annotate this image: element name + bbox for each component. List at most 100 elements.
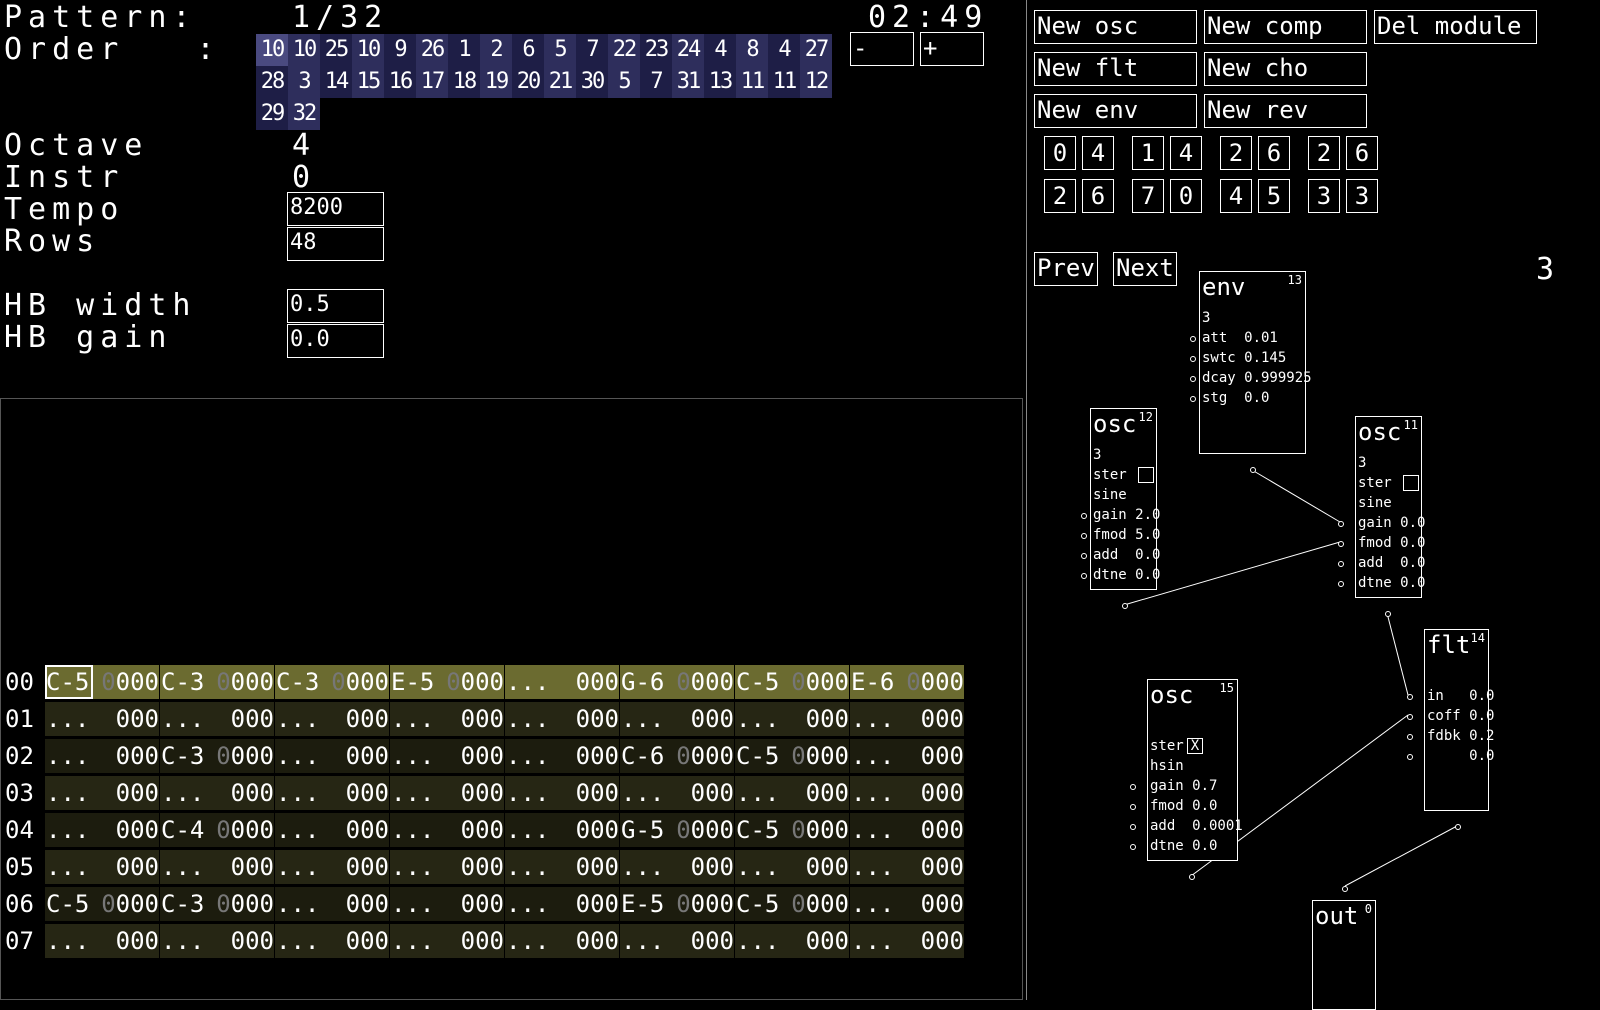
rows-field[interactable]: 48 bbox=[287, 227, 384, 261]
osc-param-dtne[interactable]: dtne 0.0 bbox=[1358, 574, 1425, 592]
order-cell[interactable]: 5 bbox=[608, 66, 640, 98]
note-field[interactable]: E-6 bbox=[850, 665, 898, 699]
stereo-checkbox[interactable]: X bbox=[1187, 738, 1203, 754]
env-param-stg[interactable]: stg 0.0 bbox=[1202, 389, 1269, 407]
effect-field[interactable]: 0000 bbox=[783, 887, 849, 921]
order-cell[interactable]: 21 bbox=[544, 66, 576, 98]
note-field[interactable]: ... bbox=[275, 850, 323, 884]
stereo-checkbox[interactable] bbox=[1403, 475, 1419, 491]
input-port[interactable] bbox=[1081, 553, 1087, 559]
waveform-label[interactable]: sine bbox=[1093, 486, 1127, 504]
input-port[interactable] bbox=[1081, 573, 1087, 579]
effect-field[interactable]: 000 bbox=[438, 924, 504, 958]
effect-field[interactable]: 000 bbox=[783, 924, 849, 958]
note-field[interactable]: ... bbox=[45, 924, 93, 958]
effect-field[interactable]: 000 bbox=[323, 813, 389, 847]
effect-field[interactable]: 000 bbox=[438, 702, 504, 736]
note-field[interactable]: C-6 bbox=[620, 739, 668, 773]
order-cell[interactable]: 3 bbox=[288, 66, 320, 98]
order-cell[interactable]: 1 bbox=[448, 34, 480, 66]
new-osc-button[interactable]: New osc bbox=[1034, 10, 1197, 44]
order-cell[interactable]: 9 bbox=[384, 34, 416, 66]
env-module-13[interactable]: env 13 3 att 0.01 swtc 0.145 dcay 0.9999… bbox=[1190, 271, 1312, 473]
number-box[interactable]: 0 bbox=[1170, 179, 1202, 213]
order-cell[interactable]: 4 bbox=[768, 34, 800, 66]
note-field[interactable]: ... bbox=[45, 850, 93, 884]
effect-field[interactable]: 000 bbox=[553, 924, 619, 958]
note-field[interactable]: ... bbox=[390, 924, 438, 958]
effect-field[interactable]: 000 bbox=[208, 850, 274, 884]
input-port[interactable] bbox=[1130, 824, 1136, 830]
effect-field[interactable]: 000 bbox=[438, 850, 504, 884]
input-port[interactable] bbox=[1342, 886, 1348, 892]
effect-field[interactable]: 000 bbox=[208, 924, 274, 958]
effect-field[interactable]: 000 bbox=[783, 702, 849, 736]
effect-field[interactable]: 0000 bbox=[93, 665, 159, 699]
number-box[interactable]: 4 bbox=[1082, 136, 1114, 170]
osc-param-add[interactable]: add 0.0 bbox=[1358, 554, 1425, 572]
order-cell[interactable]: 16 bbox=[384, 66, 416, 98]
next-button[interactable]: Next bbox=[1113, 252, 1177, 286]
order-cell[interactable]: 17 bbox=[416, 66, 448, 98]
effect-field[interactable]: 000 bbox=[783, 776, 849, 810]
effect-field[interactable]: 000 bbox=[898, 813, 964, 847]
order-cell[interactable]: 29 bbox=[256, 98, 288, 130]
order-cell[interactable]: 23 bbox=[640, 34, 672, 66]
note-field[interactable]: ... bbox=[620, 776, 668, 810]
note-field[interactable]: C-3 bbox=[160, 739, 208, 773]
number-box[interactable]: 3 bbox=[1346, 179, 1378, 213]
octave-value[interactable]: 4 bbox=[292, 130, 316, 162]
effect-field[interactable]: 000 bbox=[438, 739, 504, 773]
note-field[interactable]: ... bbox=[505, 850, 553, 884]
effect-field[interactable]: 000 bbox=[93, 739, 159, 773]
effect-field[interactable]: 000 bbox=[93, 813, 159, 847]
note-field[interactable]: ... bbox=[850, 739, 898, 773]
note-field[interactable]: ... bbox=[390, 813, 438, 847]
order-cell[interactable]: 15 bbox=[352, 66, 384, 98]
output-port[interactable] bbox=[1455, 824, 1461, 830]
hb-width-field[interactable]: 0.5 bbox=[287, 289, 384, 323]
note-field[interactable]: G-6 bbox=[620, 665, 668, 699]
note-field[interactable]: C-5 bbox=[735, 665, 783, 699]
osc-param-fmod[interactable]: fmod 5.0 bbox=[1093, 526, 1160, 544]
effect-field[interactable]: 0000 bbox=[208, 813, 274, 847]
order-cell[interactable]: 11 bbox=[768, 66, 800, 98]
flt-param-4[interactable]: 0.0 bbox=[1427, 747, 1494, 765]
order-cell[interactable]: 32 bbox=[288, 98, 320, 130]
note-field[interactable]: ... bbox=[620, 924, 668, 958]
note-field[interactable]: ... bbox=[45, 813, 93, 847]
effect-field[interactable]: 000 bbox=[668, 850, 734, 884]
input-port[interactable] bbox=[1407, 694, 1413, 700]
stereo-checkbox[interactable] bbox=[1138, 467, 1154, 483]
effect-field[interactable]: 0000 bbox=[438, 665, 504, 699]
note-field[interactable]: ... bbox=[735, 850, 783, 884]
instr-value[interactable]: 0 bbox=[292, 162, 316, 194]
note-field[interactable]: ... bbox=[390, 850, 438, 884]
waveform-label[interactable]: sine bbox=[1358, 494, 1392, 512]
osc-param-gain[interactable]: gain 0.0 bbox=[1358, 514, 1425, 532]
note-field[interactable]: ... bbox=[160, 924, 208, 958]
effect-field[interactable]: 000 bbox=[208, 776, 274, 810]
note-field[interactable]: ... bbox=[735, 702, 783, 736]
output-port[interactable] bbox=[1385, 611, 1391, 617]
number-box[interactable]: 0 bbox=[1044, 136, 1076, 170]
effect-field[interactable]: 000 bbox=[668, 776, 734, 810]
effect-field[interactable]: 0000 bbox=[93, 887, 159, 921]
order-cell[interactable]: 22 bbox=[608, 34, 640, 66]
number-box[interactable]: 4 bbox=[1170, 136, 1202, 170]
order-cell[interactable]: 7 bbox=[640, 66, 672, 98]
note-field[interactable]: ... bbox=[850, 887, 898, 921]
effect-field[interactable]: 000 bbox=[898, 887, 964, 921]
prev-button[interactable]: Prev bbox=[1034, 252, 1098, 286]
note-field[interactable]: E-5 bbox=[390, 665, 438, 699]
effect-field[interactable]: 0000 bbox=[208, 665, 274, 699]
input-port[interactable] bbox=[1130, 844, 1136, 850]
effect-field[interactable]: 000 bbox=[93, 924, 159, 958]
note-field[interactable]: G-5 bbox=[620, 813, 668, 847]
note-field[interactable]: C-5 bbox=[735, 813, 783, 847]
note-field[interactable]: ... bbox=[275, 924, 323, 958]
note-field[interactable]: C-5 bbox=[735, 739, 783, 773]
effect-field[interactable]: 000 bbox=[323, 776, 389, 810]
effect-field[interactable]: 000 bbox=[323, 850, 389, 884]
input-port[interactable] bbox=[1190, 396, 1196, 402]
